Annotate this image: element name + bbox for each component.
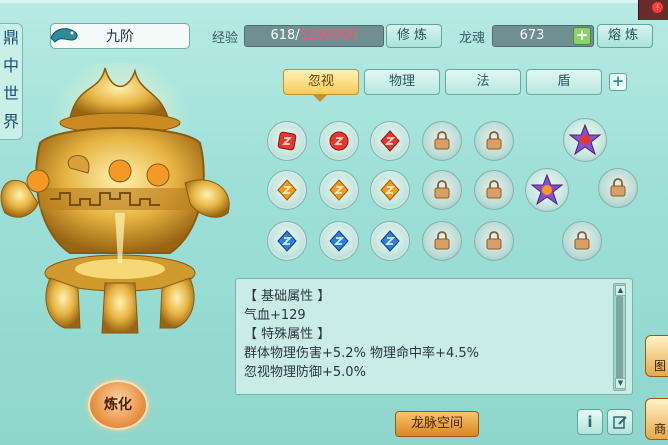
rank-name: 九阶: [106, 29, 134, 45]
red-gem-slot[interactable]: [370, 121, 410, 161]
tab-shield[interactable]: 盾: [526, 69, 602, 95]
exp-field: 618/1290000: [244, 25, 384, 47]
rank-name-box: 九阶: [50, 23, 190, 49]
special-attr-line: 忽视物理防御+5.0%: [244, 365, 366, 380]
star-gem-icon: [530, 173, 564, 206]
side-button-label: 图: [654, 359, 667, 373]
locked-slot[interactable]: [562, 221, 602, 261]
lock-icon: [574, 231, 590, 250]
red-gem-slot[interactable]: [319, 121, 359, 161]
locked-slot[interactable]: [474, 221, 514, 261]
notification-area[interactable]: !: [638, 0, 668, 20]
locked-slot[interactable]: [474, 121, 514, 161]
red-gem-icon: [277, 131, 297, 151]
locked-slot[interactable]: [422, 221, 462, 261]
base-attr-header: 【 基础属性 】: [244, 289, 331, 304]
title-char: 鼎: [2, 28, 19, 47]
golden-cauldron-image: [0, 63, 230, 334]
orange-gem-icon: [380, 179, 400, 201]
side-button-map[interactable]: 图: [645, 335, 668, 377]
locked-slot[interactable]: [422, 170, 462, 210]
edit-button[interactable]: [607, 409, 633, 435]
tab-ignore[interactable]: 忽视: [283, 69, 359, 95]
smelt-button[interactable]: 熔炼: [597, 24, 653, 48]
side-button-shop[interactable]: 商: [645, 398, 668, 440]
scroll-thumb[interactable]: [616, 296, 623, 380]
info-button[interactable]: i: [577, 409, 603, 435]
orange-gem-slot[interactable]: [370, 170, 410, 210]
star-gem-icon: [568, 123, 602, 156]
base-attr-line: 气血+129: [244, 308, 306, 323]
cauldron-panel: 鼎 中 世 界 九阶 经验 618/1290000 修炼 龙魂 673 + 熔炼…: [0, 0, 668, 445]
red-gem-slot[interactable]: [267, 121, 307, 161]
add-tab-button[interactable]: +: [609, 73, 627, 91]
lock-icon: [434, 131, 450, 150]
lock-icon: [434, 180, 450, 199]
scroll-up-arrow-icon[interactable]: ▲: [615, 285, 626, 296]
lock-icon: [434, 231, 450, 250]
blue-gem-icon: [329, 230, 349, 252]
tab-physical[interactable]: 物理: [364, 69, 440, 95]
add-soul-button[interactable]: +: [573, 27, 591, 45]
blue-gem-slot[interactable]: [267, 221, 307, 261]
soul-value: 673: [519, 28, 545, 43]
red-gem-icon: [329, 131, 349, 151]
orange-gem-slot[interactable]: [267, 170, 307, 210]
red-gem-icon: [380, 130, 400, 152]
active-tab-arrow: [313, 95, 327, 102]
blue-gem-icon: [380, 230, 400, 252]
tab-magic[interactable]: 法: [445, 69, 521, 95]
special-attr-header: 【 特殊属性 】: [244, 327, 331, 342]
blue-gem-slot[interactable]: [370, 221, 410, 261]
exp-max: 1290000: [299, 28, 358, 43]
locked-slot[interactable]: [474, 170, 514, 210]
orange-gem-icon: [277, 179, 297, 201]
exp-value: 618/1290000: [245, 28, 383, 43]
exp-current: 618: [270, 28, 296, 43]
side-button-label: 商: [654, 422, 667, 436]
train-button[interactable]: 修炼: [386, 24, 442, 48]
edit-icon: [613, 416, 627, 429]
lock-icon: [486, 180, 502, 199]
orange-gem-slot[interactable]: [319, 170, 359, 210]
orange-gem-icon: [329, 179, 349, 201]
soul-label: 龙魂: [459, 31, 486, 46]
locked-slot[interactable]: [598, 168, 638, 208]
lock-icon: [486, 231, 502, 250]
lock-icon: [486, 131, 502, 150]
lock-icon: [610, 178, 626, 197]
special-attr-line: 群体物理伤害+5.2% 物理命中率+4.5%: [244, 346, 479, 361]
exp-label: 经验: [212, 31, 239, 46]
dragon-space-button[interactable]: 龙脉空间: [395, 411, 479, 437]
locked-slot[interactable]: [422, 121, 462, 161]
blue-gem-slot[interactable]: [319, 221, 359, 261]
special-gem-slot[interactable]: [563, 118, 607, 162]
attribute-panel: 【 基础属性 】 气血+129 【 特殊属性 】 群体物理伤害+5.2% 物理命…: [235, 278, 633, 395]
notification-dot-icon: !: [652, 2, 663, 13]
special-gem-slot[interactable]: [525, 168, 569, 212]
refine-button[interactable]: 炼化: [88, 380, 148, 430]
scroll-down-arrow-icon[interactable]: ▼: [615, 378, 626, 389]
attribute-scrollbar[interactable]: ▲ ▼: [613, 283, 626, 391]
blue-gem-icon: [277, 230, 297, 252]
